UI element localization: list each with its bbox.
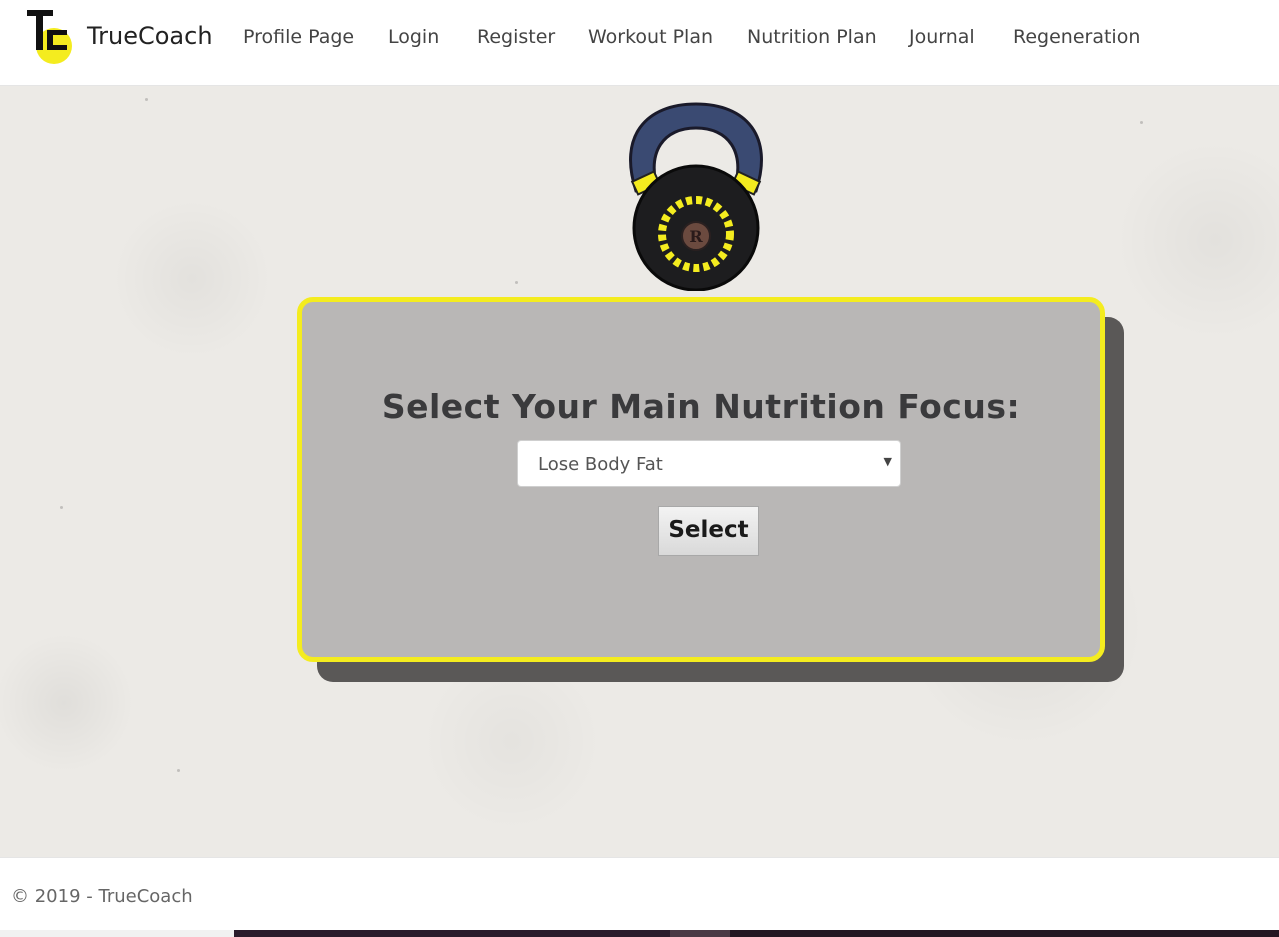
kettlebell-logo-icon: R bbox=[629, 102, 763, 291]
footer-copyright: © 2019 - TrueCoach bbox=[11, 886, 193, 907]
nutrition-focus-card: Select Your Main Nutrition Focus: Lose B… bbox=[297, 297, 1105, 662]
footer: © 2019 - TrueCoach bbox=[0, 857, 1279, 930]
main-content: R Select Your Main Nutrition Focus: Lose… bbox=[0, 86, 1279, 857]
nav-link-nutrition-plan[interactable]: Nutrition Plan bbox=[747, 26, 877, 48]
select-value: Lose Body Fat bbox=[538, 454, 663, 475]
nav-link-profile-page[interactable]: Profile Page bbox=[243, 26, 354, 48]
navbar: TrueCoach Profile Page Login Register Wo… bbox=[0, 0, 1279, 86]
nav-link-login[interactable]: Login bbox=[388, 26, 439, 48]
chevron-down-icon: ▼ bbox=[883, 455, 892, 468]
nav-link-register[interactable]: Register bbox=[477, 26, 555, 48]
nutrition-focus-select[interactable]: Lose Body Fat ▼ bbox=[517, 440, 901, 487]
select-button[interactable]: Select bbox=[658, 506, 759, 556]
brand-link[interactable]: TrueCoach bbox=[87, 22, 213, 50]
card-title: Select Your Main Nutrition Focus: bbox=[381, 387, 1021, 426]
texture-speck bbox=[145, 98, 148, 101]
texture-speck bbox=[515, 281, 518, 284]
texture-speck bbox=[177, 769, 180, 772]
texture-speck bbox=[60, 506, 63, 509]
truecoach-logo-icon[interactable] bbox=[27, 10, 73, 66]
nav-link-workout-plan[interactable]: Workout Plan bbox=[588, 26, 713, 48]
nav-link-journal[interactable]: Journal bbox=[909, 26, 975, 48]
taskbar-strip bbox=[0, 930, 1279, 937]
texture-speck bbox=[1140, 121, 1143, 124]
svg-text:R: R bbox=[689, 227, 703, 246]
nav-link-regeneration[interactable]: Regeneration bbox=[1013, 26, 1140, 48]
